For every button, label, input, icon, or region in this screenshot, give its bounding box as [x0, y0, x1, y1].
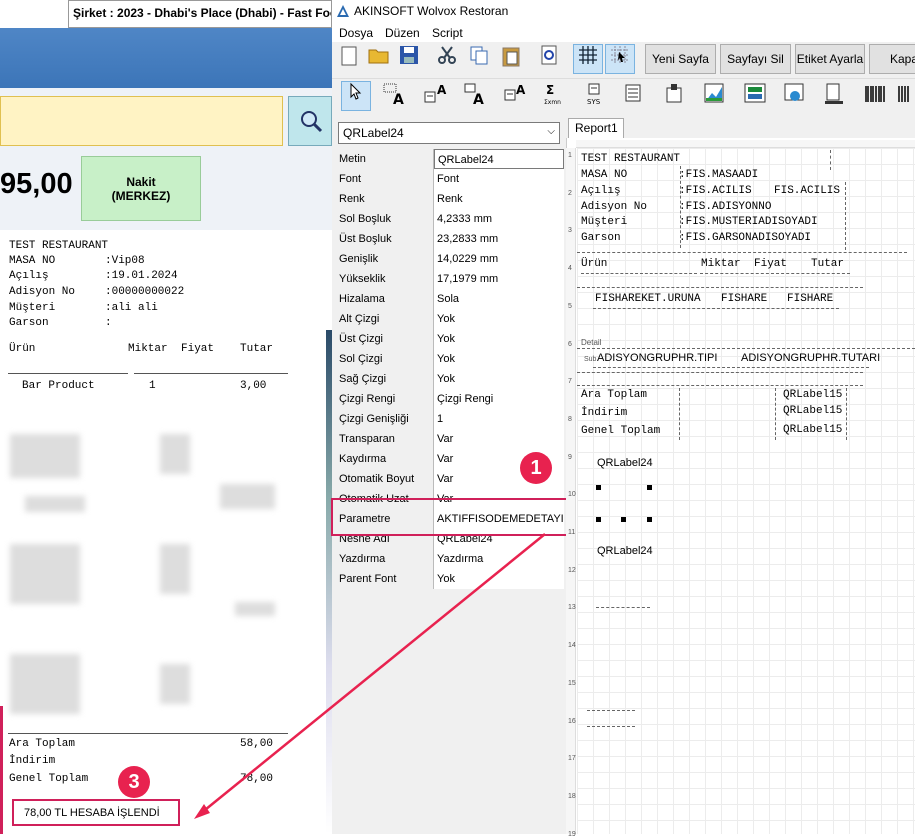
annotation-badge-3: 3 — [118, 766, 150, 798]
annotation-badge-1: 1 — [520, 452, 552, 484]
annotation-arrow — [194, 533, 546, 819]
